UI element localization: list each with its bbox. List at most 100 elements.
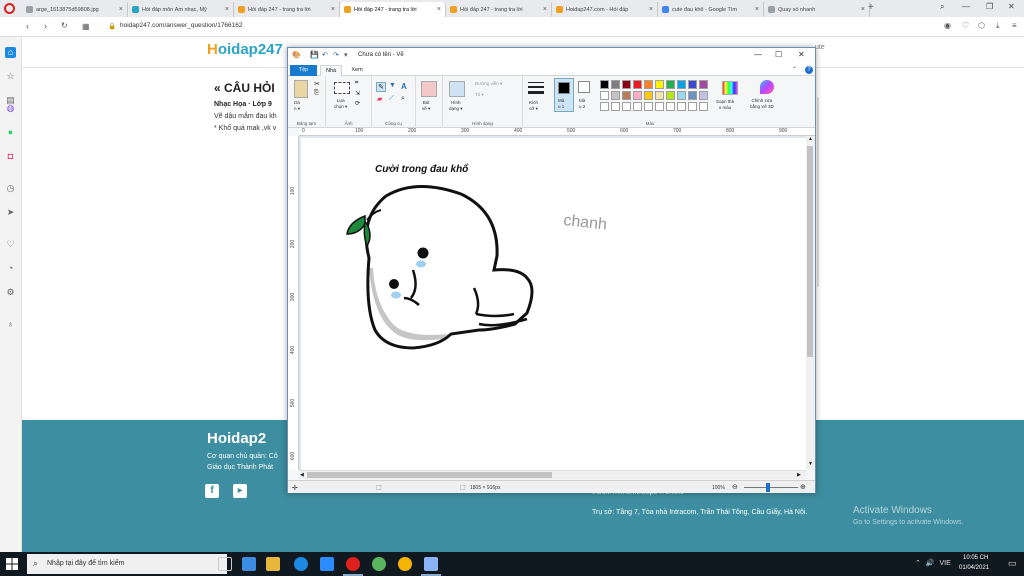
select-button[interactable]: Lựa chọn ▾ xyxy=(334,98,347,110)
palette-swatch[interactable] xyxy=(688,91,697,100)
heart-sidebar-icon[interactable]: ♡ xyxy=(5,239,16,250)
clock-sidebar-icon[interactable]: ◔ xyxy=(5,263,16,274)
tab-close-icon[interactable]: × xyxy=(437,6,441,13)
tab-view[interactable]: Xem xyxy=(346,65,368,76)
undo-icon[interactable]: ↶ xyxy=(322,51,328,59)
palette-swatch[interactable] xyxy=(677,91,686,100)
menu-icon[interactable]: ≡ xyxy=(1012,21,1017,30)
palette-swatch[interactable] xyxy=(677,80,686,89)
site-logo[interactable]: Hoidap247 xyxy=(207,41,283,58)
palette-swatch[interactable] xyxy=(622,80,631,89)
outline-button[interactable]: Đường viền ▾ xyxy=(475,81,502,87)
resize-icon[interactable]: ⇲ xyxy=(355,90,360,97)
paste-button[interactable]: Dá n ▾ xyxy=(294,100,300,112)
brushes-button[interactable]: Bút vẽ ▾ xyxy=(422,100,430,112)
send-sidebar-icon[interactable]: ➤ xyxy=(5,207,16,218)
notifications-icon[interactable]: ▭ xyxy=(1008,558,1017,569)
palette-swatch[interactable] xyxy=(666,91,675,100)
palette-swatch[interactable] xyxy=(633,80,642,89)
messenger-sidebar-icon[interactable]: ◍ xyxy=(5,103,16,114)
forward-icon[interactable]: › xyxy=(44,21,47,31)
reload-icon[interactable]: ↻ xyxy=(61,21,68,30)
tray-expand-icon[interactable]: ⌃ xyxy=(915,560,921,567)
rotate-icon[interactable]: ⟳ xyxy=(355,100,360,107)
new-tab-button[interactable]: + xyxy=(868,2,874,13)
fill-button[interactable]: Tô ▾ xyxy=(475,92,484,98)
quick-access-dropdown-icon[interactable]: ▾ xyxy=(344,51,348,59)
horizontal-scroll-thumb[interactable] xyxy=(307,472,552,478)
close-window-icon[interactable]: ✕ xyxy=(1008,2,1015,11)
history-sidebar-icon[interactable]: ◷ xyxy=(5,183,16,194)
camera-icon[interactable]: ◉ xyxy=(944,21,951,30)
tab-close-icon[interactable]: × xyxy=(543,6,547,13)
zalo-icon[interactable] xyxy=(372,557,386,571)
fill-bucket-icon[interactable]: ▼ xyxy=(389,82,396,89)
bookmarks-sidebar-icon[interactable]: ☆ xyxy=(5,71,16,82)
custom-color-slot[interactable] xyxy=(655,102,664,111)
custom-color-slot[interactable] xyxy=(677,102,686,111)
tab-close-icon[interactable]: × xyxy=(755,6,759,13)
horizontal-scrollbar[interactable]: ◀ ▶ xyxy=(299,470,806,479)
tab-close-icon[interactable]: × xyxy=(225,6,229,13)
palette-swatch[interactable] xyxy=(600,91,609,100)
taskbar-date[interactable]: 01/04/2021 xyxy=(959,565,989,571)
save-icon[interactable]: 💾 xyxy=(310,51,319,59)
browser-tab[interactable]: Hỏi đáp môn Âm nhạc, Mỹ × xyxy=(128,2,234,17)
browser-tab[interactable]: Quay số nhanh × xyxy=(764,2,870,17)
windows-start-icon[interactable] xyxy=(6,558,18,570)
zoom-in-icon[interactable]: ⊕ xyxy=(800,483,806,491)
size-button[interactable]: Kích cỡ ▾ xyxy=(529,100,538,112)
heart-icon[interactable]: ♡ xyxy=(962,21,969,30)
custom-color-slot[interactable] xyxy=(699,102,708,111)
redo-icon[interactable]: ↷ xyxy=(333,51,339,59)
facebook-icon[interactable]: f xyxy=(205,484,219,498)
chrome-icon[interactable] xyxy=(398,557,412,571)
tab-file[interactable]: Tệp xyxy=(290,65,317,76)
help-icon[interactable]: ? xyxy=(805,66,813,74)
taskbar-time[interactable]: 10:05 CH xyxy=(963,555,988,561)
brush-icon[interactable] xyxy=(421,81,437,97)
volume-icon[interactable]: 🔊 xyxy=(926,560,935,567)
palette-swatch[interactable] xyxy=(644,80,653,89)
url-field[interactable]: hoidap247.com/answer_question/1766162 xyxy=(120,22,243,29)
task-view-icon[interactable] xyxy=(218,557,232,571)
browser-tab[interactable]: Hỏi đáp 247 - trang tra lời × xyxy=(446,2,552,17)
drawing-canvas[interactable]: Cười trong đau khổ chanh xyxy=(301,138,806,470)
download-icon[interactable]: ⤓ xyxy=(996,21,1000,31)
pencil-icon[interactable]: ✎ xyxy=(376,82,386,92)
tab-close-icon[interactable]: × xyxy=(331,6,335,13)
back-icon[interactable]: ‹ xyxy=(26,21,29,31)
palette-swatch[interactable] xyxy=(633,91,642,100)
vertical-scroll-thumb[interactable] xyxy=(807,146,813,357)
taskbar-search-box[interactable]: ⌕ Nhập tại đây để tìm kiếm xyxy=(27,554,227,574)
custom-color-slot[interactable] xyxy=(633,102,642,111)
minimize-icon[interactable]: — xyxy=(962,2,970,11)
text-tool-icon[interactable]: A xyxy=(401,82,407,91)
paint-minimize-icon[interactable]: — xyxy=(754,50,762,59)
speed-dial-icon[interactable]: ▦ xyxy=(82,22,90,31)
tab-close-icon[interactable]: × xyxy=(119,6,123,13)
palette-swatch[interactable] xyxy=(688,80,697,89)
copy-icon[interactable]: ⎘ xyxy=(314,90,319,97)
zoom-slider-track[interactable] xyxy=(744,487,798,488)
color1-selector[interactable]: Mà u 1 xyxy=(554,78,574,112)
paint3d-button[interactable]: Chỉnh sửa bằng Vẽ 3D xyxy=(750,98,774,110)
palette-swatch[interactable] xyxy=(611,91,620,100)
cut-icon[interactable]: ✂ xyxy=(314,80,320,88)
speed-dial-sidebar-icon[interactable]: ⌂ xyxy=(5,47,16,58)
palette-swatch[interactable] xyxy=(666,80,675,89)
palette-swatch[interactable] xyxy=(655,91,664,100)
scroll-up-icon[interactable]: ▲ xyxy=(808,136,813,142)
browser-tab[interactable]: arge_1613875d59808.jpg × xyxy=(22,2,128,17)
opera-logo-icon[interactable] xyxy=(4,3,15,14)
edit-colors-icon[interactable] xyxy=(722,81,738,95)
tab-home[interactable]: Nhà xyxy=(320,65,342,76)
tab-close-icon[interactable]: × xyxy=(861,6,865,13)
custom-color-slot[interactable] xyxy=(611,102,620,111)
edge-icon[interactable] xyxy=(294,557,308,571)
vertical-scrollbar[interactable]: ▲ ▼ xyxy=(806,136,815,470)
custom-color-slot[interactable] xyxy=(688,102,697,111)
browser-tab[interactable]: Hỏi đáp 247 - trang tra lời × xyxy=(234,2,340,17)
paint-close-icon[interactable]: ✕ xyxy=(798,50,805,59)
palette-swatch[interactable] xyxy=(600,80,609,89)
